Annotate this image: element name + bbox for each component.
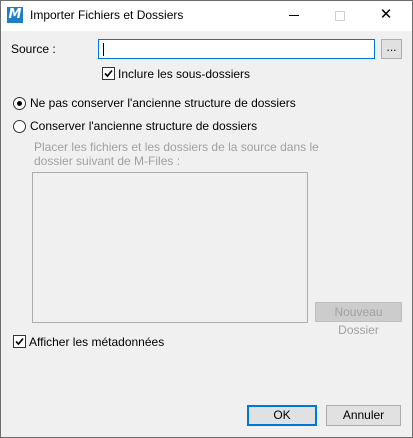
maximize-icon bbox=[335, 10, 345, 21]
include-subfolders-label[interactable]: Inclure les sous-dossiers bbox=[118, 67, 250, 81]
radio-keep-structure-label[interactable]: Conserver l'ancienne structure de dossie… bbox=[30, 119, 257, 133]
close-icon: ✕ bbox=[379, 6, 393, 23]
source-input[interactable] bbox=[98, 39, 375, 59]
ok-button[interactable]: OK bbox=[247, 405, 317, 426]
checkmark-icon bbox=[104, 69, 113, 78]
minimize-icon bbox=[289, 15, 299, 17]
minimize-button[interactable] bbox=[271, 1, 317, 31]
close-button[interactable]: ✕ bbox=[363, 1, 409, 31]
radio-keep-structure[interactable] bbox=[13, 120, 26, 133]
maximize-button bbox=[317, 1, 363, 31]
title-bar: M Importer Fichiers et Dossiers ✕ bbox=[1, 1, 412, 31]
include-subfolders-checkbox[interactable] bbox=[102, 67, 115, 80]
placement-hint-line2: dossier suivant de M-Files : bbox=[34, 154, 181, 168]
show-metadata-checkbox[interactable] bbox=[13, 335, 26, 348]
checkmark-icon bbox=[15, 337, 24, 346]
radio-selected-dot bbox=[17, 101, 22, 106]
import-dialog: M Importer Fichiers et Dossiers ✕ Source… bbox=[0, 0, 413, 438]
new-folder-button: Nouveau Dossier bbox=[315, 302, 402, 337]
show-metadata-label[interactable]: Afficher les métadonnées bbox=[29, 335, 164, 349]
radio-flatten-structure[interactable] bbox=[13, 97, 26, 110]
browse-button[interactable]: ... bbox=[381, 39, 402, 59]
placement-hint-line1: Placer les fichiers et les dossiers de l… bbox=[34, 140, 319, 154]
source-label: Source : bbox=[11, 42, 56, 56]
cancel-button[interactable]: Annuler bbox=[326, 405, 401, 426]
text-caret bbox=[103, 43, 104, 56]
radio-flatten-structure-label[interactable]: Ne pas conserver l'ancienne structure de… bbox=[30, 96, 296, 110]
destination-folder-tree bbox=[32, 172, 308, 323]
window-title: Importer Fichiers et Dossiers bbox=[30, 8, 184, 22]
m-files-app-icon: M bbox=[7, 7, 23, 23]
